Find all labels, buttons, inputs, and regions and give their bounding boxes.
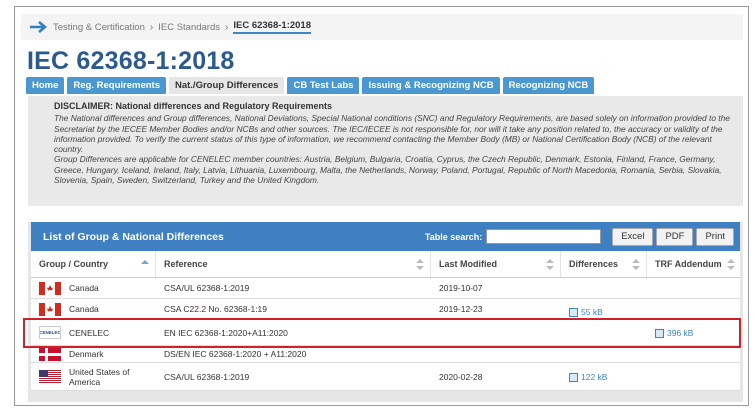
table-search-input[interactable] <box>486 229 602 244</box>
column-label: Differences <box>569 259 619 269</box>
tab-reg-requirements[interactable]: Reg. Requirements <box>67 77 166 94</box>
usa-flag-icon <box>39 370 61 383</box>
sort-asc-icon <box>141 260 149 264</box>
table-row[interactable]: United States of America CSA/UL 62368-1:… <box>31 363 740 391</box>
sort-both-icon <box>416 259 424 270</box>
column-label: Reference <box>164 259 208 269</box>
table-header-bar: List of Group & National Differences Tab… <box>31 222 740 251</box>
disclaimer-box: DISCLAIMER: National differences and Reg… <box>28 96 743 206</box>
disclaimer-title: DISCLAIMER: National differences and Reg… <box>54 101 333 111</box>
tab-cb-test-labs[interactable]: CB Test Labs <box>287 77 360 94</box>
disclaimer-text: The National differences and Group diffe… <box>54 113 730 155</box>
reference-cell: DS/EN IEC 62368-1:2020 + A11:2020 <box>164 349 307 359</box>
country-name: Canada <box>69 304 99 314</box>
reference-cell: CSA C22.2 No. 62368-1:19 <box>164 304 268 314</box>
breadcrumb-separator-icon: › <box>225 21 229 33</box>
table-row[interactable]: Canada CSA C22.2 No. 62368-1:19 2019-12-… <box>31 299 740 320</box>
column-label: Group / Country <box>39 259 108 269</box>
country-name: Canada <box>69 283 99 293</box>
table-row[interactable]: Canada CSA/UL 62368-1:2019 2019-10-07 <box>31 278 740 299</box>
last-modified-cell: 2019-10-07 <box>439 283 483 293</box>
file-size: 122 kB <box>581 371 608 382</box>
table-search-label: Table search: <box>424 231 483 242</box>
home-arrow-icon[interactable] <box>25 16 53 38</box>
tab-bar: Home Reg. Requirements Nat./Group Differ… <box>26 77 595 94</box>
denmark-flag-icon <box>39 347 61 361</box>
column-header-reference[interactable]: Reference <box>156 251 431 277</box>
excel-button[interactable]: Excel <box>612 227 654 246</box>
tab-recognizing-ncb[interactable]: Recognizing NCB <box>502 77 595 94</box>
tab-nat-group-differences[interactable]: Nat./Group Differences <box>168 77 285 94</box>
breadcrumb-current: IEC 62368-1:2018 <box>233 20 311 34</box>
group-differences-text: Group Differences are applicable for CEN… <box>54 154 722 186</box>
country-name: United States of America <box>69 366 130 387</box>
reference-cell: CSA/UL 62368-1:2019 <box>164 371 250 382</box>
breadcrumb-item-testing[interactable]: Testing & Certification <box>53 22 145 33</box>
pdf-button[interactable]: PDF <box>656 227 694 246</box>
column-header-trf-addendum[interactable]: TRF Addendum <box>647 251 740 277</box>
differences-table-panel: List of Group & National Differences Tab… <box>28 222 743 402</box>
tab-home[interactable]: Home <box>26 77 65 94</box>
last-modified-cell: 2020-02-28 <box>439 371 483 382</box>
column-label: TRF Addendum <box>655 259 722 269</box>
column-header-country[interactable]: Group / Country <box>31 251 156 277</box>
table-title: List of Group & National Differences <box>43 230 224 243</box>
breadcrumb-separator-icon: › <box>149 21 154 33</box>
reference-cell: CSA/UL 62368-1:2019 <box>164 283 250 293</box>
breadcrumb: Testing & Certification › IEC Standards … <box>21 14 743 40</box>
canada-flag-icon <box>39 281 61 295</box>
column-header-last-modified[interactable]: Last Modified <box>431 251 561 277</box>
sort-both-icon <box>546 259 554 270</box>
country-name: Denmark <box>69 349 104 359</box>
file-size: 55 kB <box>581 307 603 317</box>
table-row[interactable]: Denmark DS/EN IEC 62368-1:2020 + A11:202… <box>31 346 740 363</box>
differences-file-link[interactable]: 122 kB <box>569 372 607 382</box>
canada-flag-icon <box>39 302 61 316</box>
column-header-differences[interactable]: Differences <box>561 251 647 277</box>
document-icon <box>569 308 578 317</box>
tab-issuing-recognizing-ncb[interactable]: Issuing & Recognizing NCB <box>362 77 500 94</box>
last-modified-cell <box>431 346 561 362</box>
last-modified-cell: 2019-12-23 <box>439 304 483 314</box>
document-icon <box>569 372 578 382</box>
page-title: IEC 62368-1:2018 <box>27 47 235 75</box>
table-header-row: Group / Country Reference Last Modified … <box>31 251 740 278</box>
print-button[interactable]: Print <box>696 227 734 246</box>
sort-both-icon <box>727 259 735 270</box>
breadcrumb-item-standards[interactable]: IEC Standards <box>158 22 220 33</box>
differences-file-link[interactable]: 55 kB <box>569 307 603 317</box>
sort-both-icon <box>632 259 640 270</box>
column-label: Last Modified <box>439 259 497 269</box>
highlight-box <box>23 318 741 348</box>
